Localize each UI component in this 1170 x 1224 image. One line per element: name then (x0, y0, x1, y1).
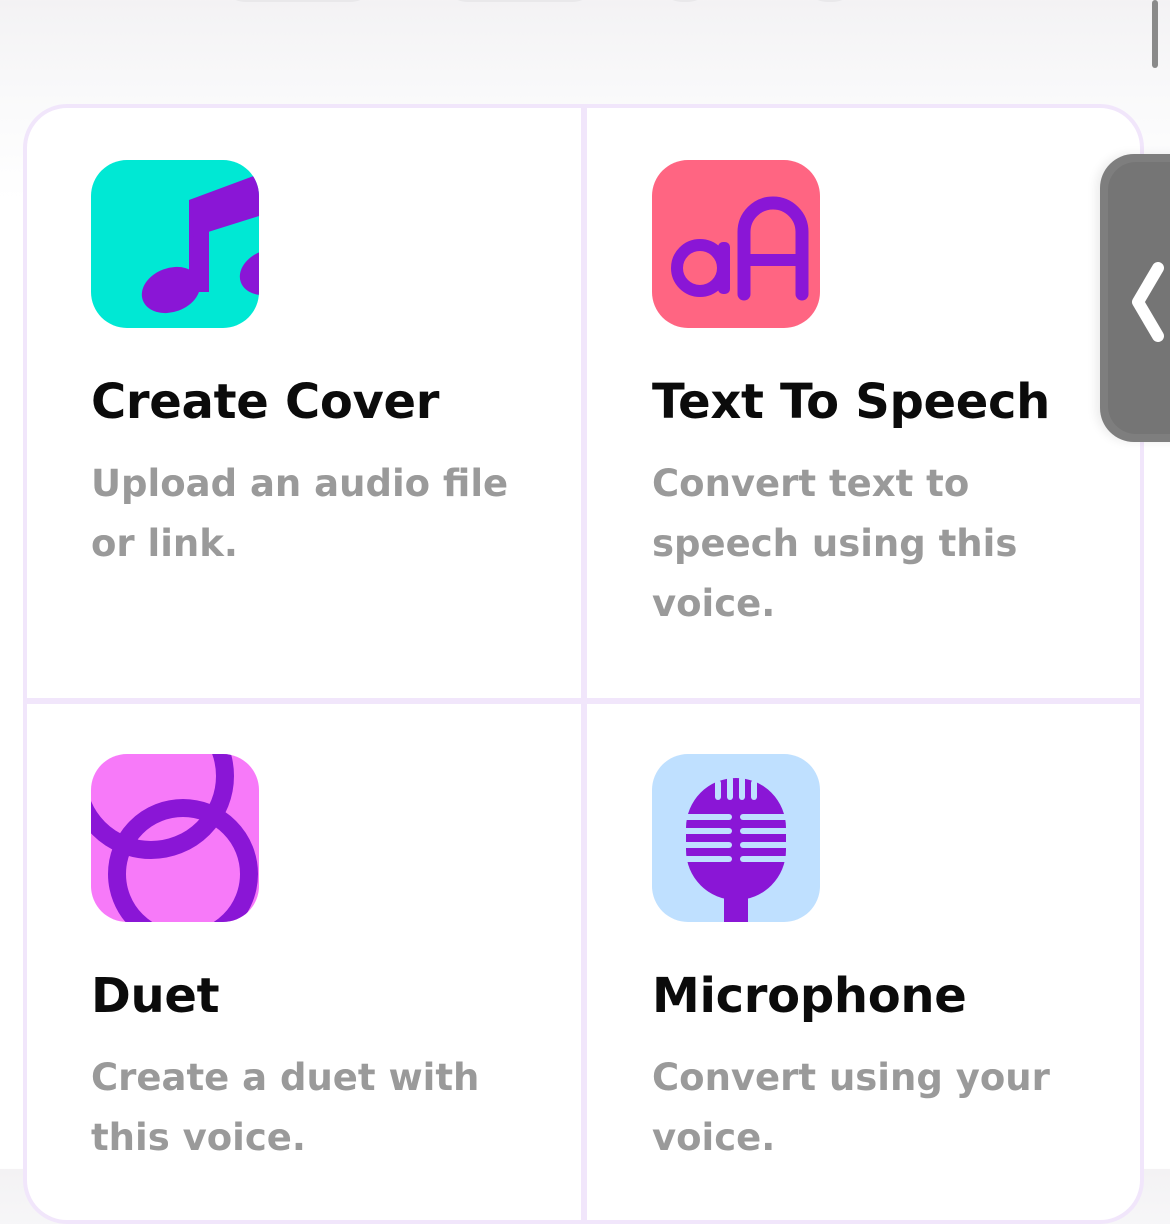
side-drawer-tab[interactable] (1100, 154, 1170, 442)
scrollbar-thumb[interactable] (1152, 0, 1158, 68)
action-description: Create a duet with this voice. (91, 1056, 480, 1159)
microphone-icon (652, 754, 820, 922)
duet-loops-icon (91, 754, 259, 922)
top-tab-1[interactable] (218, 0, 378, 2)
action-description: Convert using your voice. (652, 1056, 1050, 1159)
voice-actions-card: Create Cover Upload an audio file or lin… (23, 104, 1144, 1224)
chevron-left-icon (1132, 262, 1164, 342)
action-title: Duet (91, 968, 220, 1024)
top-tab-2[interactable] (440, 0, 600, 2)
action-title: Microphone (652, 968, 967, 1024)
top-tab-3[interactable] (655, 0, 715, 2)
text-aa-icon (652, 160, 820, 328)
action-description: Upload an audio file or link. (91, 462, 509, 565)
action-microphone[interactable]: Microphone Convert using your voice. (652, 754, 1140, 1168)
action-description: Convert text to speech using this voice. (652, 462, 1018, 625)
music-note-icon (91, 160, 259, 328)
action-title: Text To Speech (652, 374, 1051, 430)
top-tab-4[interactable] (800, 0, 860, 2)
grid-divider-horizontal (27, 698, 1140, 704)
side-drawer-tab-inner (1108, 162, 1170, 434)
action-text-to-speech[interactable]: Text To Speech Convert text to speech us… (652, 160, 1140, 634)
action-duet[interactable]: Duet Create a duet with this voice. (91, 754, 591, 1168)
action-create-cover[interactable]: Create Cover Upload an audio file or lin… (91, 160, 591, 574)
action-title: Create Cover (91, 374, 440, 430)
